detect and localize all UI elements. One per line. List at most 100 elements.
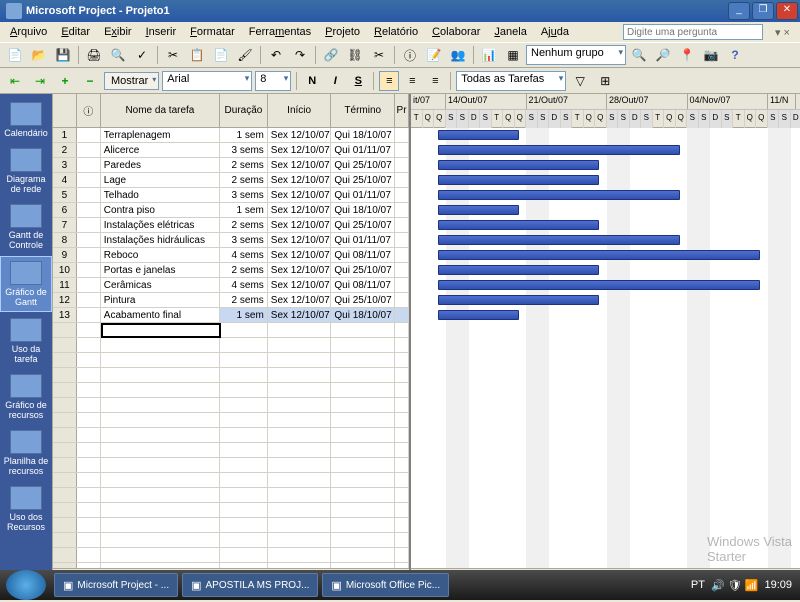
assign-button[interactable]: 👥 [447,44,469,66]
system-tray[interactable]: PT 🔊 🛡 📶 19:09 [683,579,800,592]
new-button[interactable]: 📄 [4,44,26,66]
autofilter-button[interactable]: ▽ [569,70,591,92]
sidebar-item-2[interactable]: Gantt de Controle [0,200,52,254]
taskbar-item-2[interactable]: ▣Microsoft Office Pic... [322,573,449,597]
table-row[interactable]: 10Portas e janelas2 semsSex 12/10/07Qui … [53,263,409,278]
italic-button[interactable]: I [325,71,345,91]
start-button[interactable] [6,570,46,600]
menu-ferramentas[interactable]: Ferramentas [243,24,317,40]
tray-icons[interactable]: 🔊 🛡 📶 [711,579,758,592]
gantt-bar[interactable] [438,295,599,305]
table-row[interactable]: 13Acabamento final1 semSex 12/10/07Qui 1… [53,308,409,323]
save-button[interactable]: 💾 [52,44,74,66]
outdent-arrow-icon[interactable]: ⇤ [4,70,26,92]
redo-button[interactable]: ↷ [289,44,311,66]
table-row[interactable] [53,473,409,488]
table-row[interactable] [53,323,409,338]
gantt-bar[interactable] [438,250,760,260]
align-left-button[interactable]: ≡ [379,71,399,91]
table-row[interactable]: 7Instalações elétricas2 semsSex 12/10/07… [53,218,409,233]
menu-editar[interactable]: Editar [55,24,96,40]
maximize-button[interactable]: ❐ [752,2,774,20]
table-row[interactable] [53,338,409,353]
indent-arrow-icon[interactable]: ⇥ [29,70,51,92]
sidebar-item-1[interactable]: Diagrama de rede [0,144,52,198]
close-button[interactable]: ✕ [776,2,798,20]
wbs-button[interactable]: ⊞ [594,70,616,92]
print-button[interactable]: 🖨 [83,44,105,66]
menu-inserir[interactable]: Inserir [140,24,183,40]
table-row[interactable]: 9Reboco4 semsSex 12/10/07Qui 08/11/07 [53,248,409,263]
taskbar-item-0[interactable]: ▣Microsoft Project - ... [54,573,178,597]
sidebar-item-7[interactable]: Uso dos Recursos [0,482,52,536]
col-header-4[interactable]: Início [268,94,332,127]
help-dropdown-icon[interactable]: ▾ × [769,24,796,41]
sidebar-item-3[interactable]: Gráfico de Gantt [0,256,52,312]
table-row[interactable] [53,443,409,458]
plus-button[interactable]: + [54,70,76,92]
help-button[interactable]: ? [724,44,746,66]
tray-clock[interactable]: 19:09 [764,579,792,591]
gantt-bar[interactable] [438,220,599,230]
col-header-1[interactable]: ⓘ [77,94,101,127]
open-button[interactable]: 📂 [28,44,50,66]
mostrar-button[interactable]: Mostrar [104,72,159,90]
gantt-bar[interactable] [438,190,680,200]
underline-button[interactable]: S [348,71,368,91]
table-row[interactable] [53,503,409,518]
gantt-chart[interactable]: it/0714/Out/0721/Out/0728/Out/0704/Nov/0… [411,94,800,584]
copy-pic-button[interactable]: 📷 [700,44,722,66]
fontsize-select[interactable]: 8 [255,71,291,91]
help-search-input[interactable] [623,24,763,40]
table-row[interactable] [53,458,409,473]
undo-button[interactable]: ↶ [265,44,287,66]
menu-arquivo[interactable]: Arquivo [4,24,53,40]
filter-select[interactable]: Todas as Tarefas [456,71,566,91]
menu-janela[interactable]: Janela [488,24,532,40]
gantt-bar[interactable] [438,265,599,275]
table-row[interactable] [53,398,409,413]
table-row[interactable]: 3Paredes2 semsSex 12/10/07Qui 25/10/07 [53,158,409,173]
tray-lang[interactable]: PT [691,579,705,591]
align-center-button[interactable]: ≡ [402,71,422,91]
publish-button[interactable]: 📊 [478,44,500,66]
preview-button[interactable]: 🔍 [107,44,129,66]
task-grid[interactable]: ⓘNome da tarefaDuraçãoInícioTérminoPr 1T… [53,94,411,584]
goto-button[interactable]: 📍 [676,44,698,66]
gantt-bar[interactable] [438,160,599,170]
unlink-button[interactable]: ⛓ [344,44,366,66]
col-header-5[interactable]: Término [331,94,395,127]
spelling-button[interactable]: ✓ [131,44,153,66]
sidebar-item-4[interactable]: Uso da tarefa [0,314,52,368]
paste-button[interactable]: 📄 [210,44,232,66]
col-header-0[interactable] [53,94,77,127]
font-select[interactable]: Arial [162,71,252,91]
gantt-bar[interactable] [438,130,519,140]
grid-body[interactable]: 1Terraplenagem1 semSex 12/10/07Qui 18/10… [53,128,409,578]
menu-relatorio[interactable]: Relatório [368,24,424,40]
menu-exibir[interactable]: Exibir [98,24,138,40]
gantt-bar[interactable] [438,280,760,290]
menu-colaborar[interactable]: Colaborar [426,24,486,40]
zoom-out-button[interactable]: 🔍 [628,44,650,66]
table-row[interactable] [53,383,409,398]
table-row[interactable]: 6Contra piso1 semSex 12/10/07Qui 18/10/0… [53,203,409,218]
note-button[interactable]: 📝 [423,44,445,66]
format-painter-button[interactable]: 🖌 [234,44,256,66]
table-row[interactable] [53,353,409,368]
table-row[interactable]: 2Alicerce3 semsSex 12/10/07Qui 01/11/07 [53,143,409,158]
link-button[interactable]: 🔗 [320,44,342,66]
gantt-bar[interactable] [438,310,519,320]
group-button[interactable]: ▦ [502,44,524,66]
table-row[interactable] [53,548,409,563]
split-button[interactable]: ✂ [368,44,390,66]
gantt-bar[interactable] [438,235,680,245]
minus-button[interactable]: − [79,70,101,92]
sidebar-item-5[interactable]: Gráfico de recursos [0,370,52,424]
col-header-3[interactable]: Duração [220,94,268,127]
table-row[interactable]: 4Lage2 semsSex 12/10/07Qui 25/10/07 [53,173,409,188]
table-row[interactable]: 11Cerâmicas4 semsSex 12/10/07Qui 08/11/0… [53,278,409,293]
table-row[interactable] [53,488,409,503]
align-right-button[interactable]: ≡ [425,71,445,91]
table-row[interactable] [53,368,409,383]
